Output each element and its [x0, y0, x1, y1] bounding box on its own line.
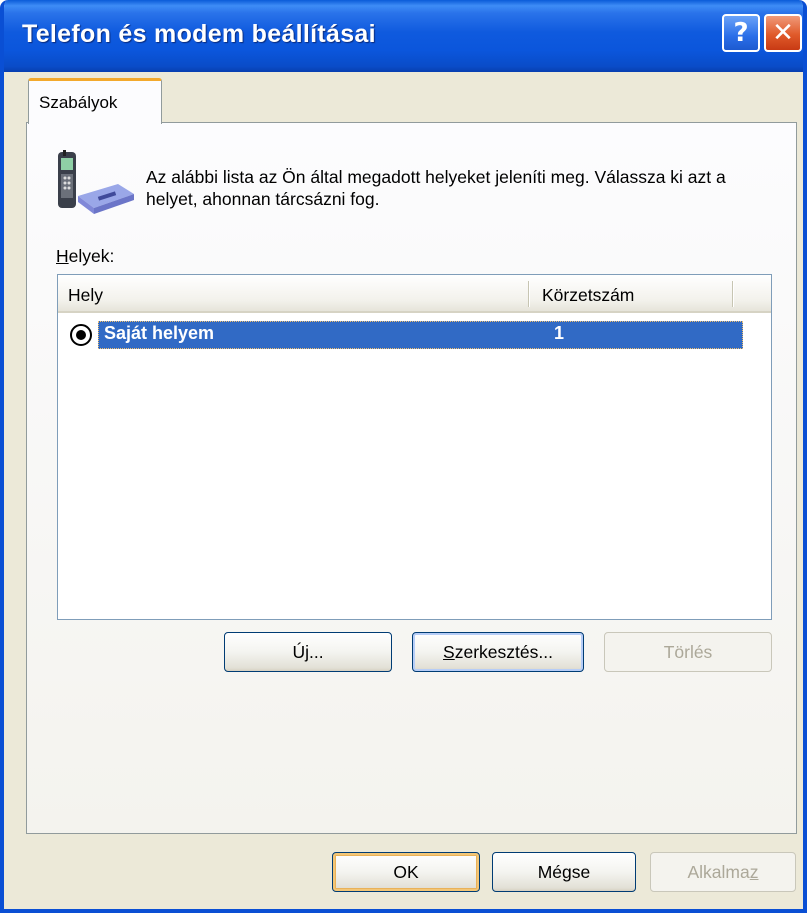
- place-name-cell: Saját helyem: [104, 323, 215, 343]
- selected-location-icon: [70, 324, 92, 346]
- title-bar[interactable]: Telefon és modem beállításai ? ✕: [4, 0, 803, 72]
- column-separator[interactable]: [528, 281, 530, 307]
- row-selection: Saját helyem 1: [98, 321, 743, 349]
- area-code-cell: 1: [554, 323, 565, 343]
- delete-button[interactable]: Törlés: [604, 632, 772, 672]
- close-button[interactable]: ✕: [764, 14, 802, 52]
- places-listview[interactable]: Hely Körzetszám Saját helyem 1: [57, 274, 772, 620]
- column-header-area-code[interactable]: Körzetszám: [542, 285, 634, 306]
- ok-button[interactable]: OK: [332, 852, 480, 892]
- close-icon: ✕: [772, 18, 794, 48]
- help-button[interactable]: ?: [722, 14, 760, 52]
- new-button[interactable]: Új...: [224, 632, 392, 672]
- apply-button[interactable]: Alkalmaz: [650, 852, 796, 892]
- column-separator[interactable]: [732, 281, 734, 307]
- intro-text: Az alábbi lista az Ön által megadott hel…: [146, 167, 726, 209]
- edit-button[interactable]: Szerkesztés...: [412, 632, 584, 672]
- tab-rules[interactable]: Szabályok: [28, 78, 162, 124]
- column-header-place[interactable]: Hely: [68, 285, 103, 306]
- list-header: Hely Körzetszám: [58, 275, 771, 313]
- help-icon: ?: [733, 18, 749, 48]
- places-label: Helyek:: [56, 246, 115, 266]
- tab-rules-label: Szabályok: [39, 92, 118, 112]
- list-item[interactable]: Saját helyem 1: [66, 321, 746, 349]
- phone-modem-icon: [58, 150, 134, 214]
- cancel-button[interactable]: Mégse: [492, 852, 636, 892]
- window-title: Telefon és modem beállításai: [22, 20, 376, 48]
